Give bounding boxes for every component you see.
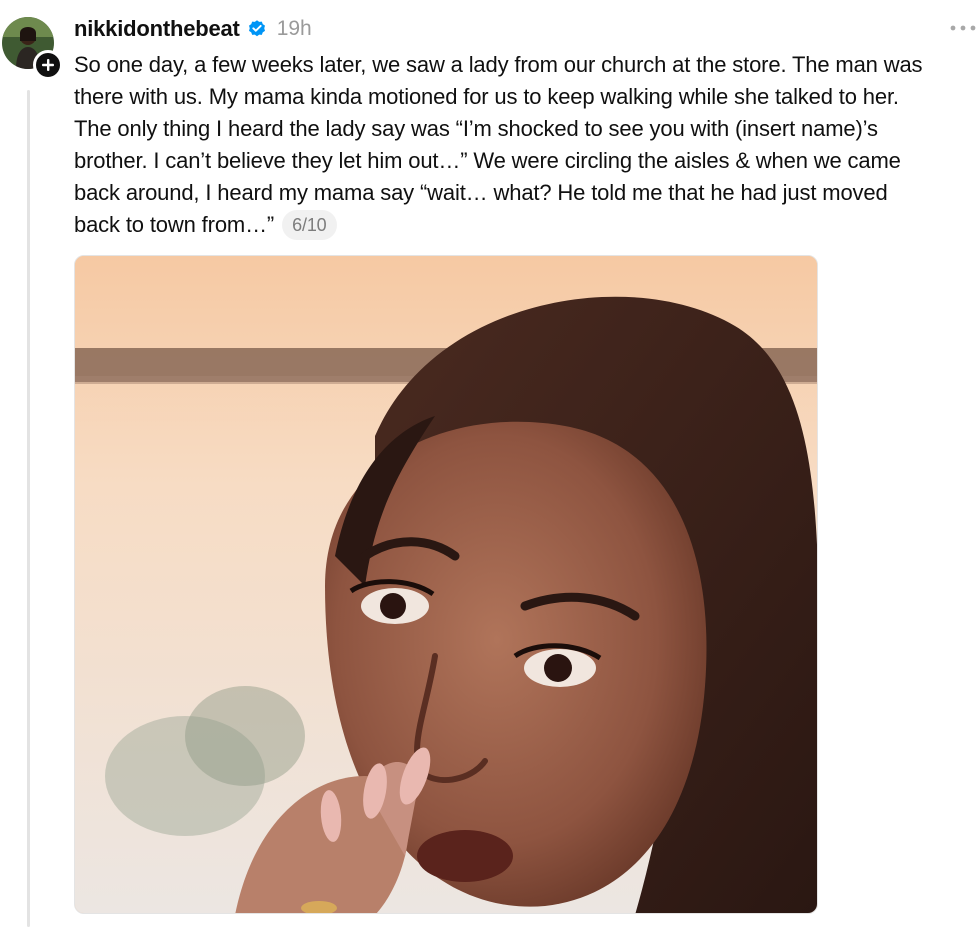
author-avatar[interactable] — [2, 17, 63, 80]
post-text-last-line: back to town from…” 6/10 — [74, 209, 979, 241]
follow-plus-button[interactable] — [33, 50, 63, 80]
post-text-line: back around, I heard my mama say “wait… … — [74, 180, 888, 205]
post-media-photo[interactable] — [74, 255, 818, 914]
thread-counter-badge: 6/10 — [282, 210, 337, 240]
post-text-line: So one day, a few weeks later, we saw a … — [74, 52, 923, 77]
thread-post: nikkidonthebeat 19h So one day, a few we… — [0, 0, 980, 927]
post-timestamp: 19h — [276, 17, 312, 40]
post-body-text: So one day, a few weeks later, we saw a … — [74, 49, 979, 241]
post-text-line: The only thing I heard the lady say was … — [74, 116, 878, 141]
thread-connector-line — [27, 90, 30, 927]
verified-badge-icon — [248, 20, 265, 37]
post-text-line: there with us. My mama kinda motioned fo… — [74, 84, 899, 109]
post-text-line: brother. I can’t believe they let him ou… — [74, 148, 901, 173]
reaction-photo — [75, 256, 817, 913]
post-text-line: back to town from…” — [74, 212, 275, 237]
more-horizontal-icon — [950, 25, 976, 31]
author-username[interactable]: nikkidonthebeat — [74, 16, 240, 42]
plus-icon — [42, 59, 54, 71]
more-options-button[interactable] — [946, 14, 980, 42]
post-header: nikkidonthebeat 19h — [74, 12, 312, 46]
